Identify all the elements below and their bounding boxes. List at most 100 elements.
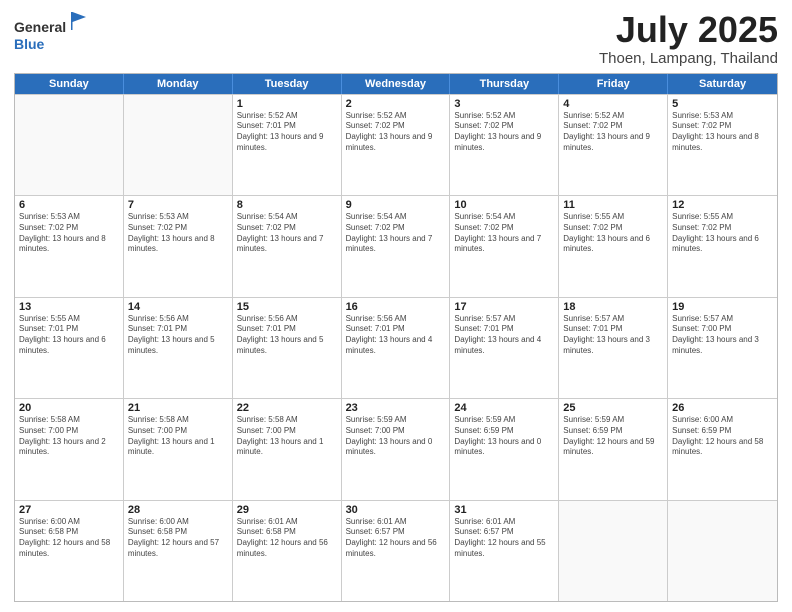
calendar-cell: 28Sunrise: 6:00 AM Sunset: 6:58 PM Dayli…	[124, 501, 233, 601]
day-number: 31	[454, 504, 554, 516]
calendar-cell: 5Sunrise: 5:53 AM Sunset: 7:02 PM Daylig…	[668, 95, 777, 195]
cell-info: Sunrise: 5:56 AM Sunset: 7:01 PM Dayligh…	[128, 314, 228, 357]
cell-info: Sunrise: 6:01 AM Sunset: 6:57 PM Dayligh…	[454, 517, 554, 560]
cell-info: Sunrise: 5:55 AM Sunset: 7:01 PM Dayligh…	[19, 314, 119, 357]
calendar-cell	[559, 501, 668, 601]
cell-info: Sunrise: 5:52 AM Sunset: 7:01 PM Dayligh…	[237, 111, 337, 154]
day-number: 29	[237, 504, 337, 516]
calendar-cell: 4Sunrise: 5:52 AM Sunset: 7:02 PM Daylig…	[559, 95, 668, 195]
calendar-header: SundayMondayTuesdayWednesdayThursdayFrid…	[15, 74, 777, 94]
calendar-cell: 9Sunrise: 5:54 AM Sunset: 7:02 PM Daylig…	[342, 196, 451, 296]
calendar-cell: 10Sunrise: 5:54 AM Sunset: 7:02 PM Dayli…	[450, 196, 559, 296]
calendar-cell	[124, 95, 233, 195]
cell-info: Sunrise: 5:58 AM Sunset: 7:00 PM Dayligh…	[128, 415, 228, 458]
calendar-cell: 11Sunrise: 5:55 AM Sunset: 7:02 PM Dayli…	[559, 196, 668, 296]
day-number: 17	[454, 301, 554, 313]
calendar-cell: 16Sunrise: 5:56 AM Sunset: 7:01 PM Dayli…	[342, 298, 451, 398]
calendar-cell: 6Sunrise: 5:53 AM Sunset: 7:02 PM Daylig…	[15, 196, 124, 296]
day-number: 26	[672, 402, 773, 414]
calendar-row-2: 6Sunrise: 5:53 AM Sunset: 7:02 PM Daylig…	[15, 195, 777, 296]
day-number: 4	[563, 98, 663, 110]
cell-info: Sunrise: 5:53 AM Sunset: 7:02 PM Dayligh…	[672, 111, 773, 154]
logo: General Blue	[14, 10, 90, 53]
cell-info: Sunrise: 5:56 AM Sunset: 7:01 PM Dayligh…	[237, 314, 337, 357]
cell-info: Sunrise: 6:01 AM Sunset: 6:58 PM Dayligh…	[237, 517, 337, 560]
cell-info: Sunrise: 5:54 AM Sunset: 7:02 PM Dayligh…	[346, 212, 446, 255]
calendar-cell: 7Sunrise: 5:53 AM Sunset: 7:02 PM Daylig…	[124, 196, 233, 296]
day-number: 25	[563, 402, 663, 414]
cell-info: Sunrise: 5:54 AM Sunset: 7:02 PM Dayligh…	[454, 212, 554, 255]
header-cell-friday: Friday	[559, 74, 668, 94]
calendar-cell: 17Sunrise: 5:57 AM Sunset: 7:01 PM Dayli…	[450, 298, 559, 398]
header-cell-sunday: Sunday	[15, 74, 124, 94]
cell-info: Sunrise: 6:00 AM Sunset: 6:59 PM Dayligh…	[672, 415, 773, 458]
day-number: 21	[128, 402, 228, 414]
calendar-cell: 3Sunrise: 5:52 AM Sunset: 7:02 PM Daylig…	[450, 95, 559, 195]
location-title: Thoen, Lampang, Thailand	[599, 50, 778, 67]
day-number: 9	[346, 199, 446, 211]
calendar-cell: 20Sunrise: 5:58 AM Sunset: 7:00 PM Dayli…	[15, 399, 124, 499]
cell-info: Sunrise: 5:57 AM Sunset: 7:00 PM Dayligh…	[672, 314, 773, 357]
calendar: SundayMondayTuesdayWednesdayThursdayFrid…	[14, 73, 778, 602]
cell-info: Sunrise: 5:55 AM Sunset: 7:02 PM Dayligh…	[672, 212, 773, 255]
calendar-cell: 8Sunrise: 5:54 AM Sunset: 7:02 PM Daylig…	[233, 196, 342, 296]
calendar-cell: 26Sunrise: 6:00 AM Sunset: 6:59 PM Dayli…	[668, 399, 777, 499]
header: General Blue July 2025 Thoen, Lampang, T…	[14, 10, 778, 67]
day-number: 14	[128, 301, 228, 313]
header-cell-wednesday: Wednesday	[342, 74, 451, 94]
calendar-cell: 13Sunrise: 5:55 AM Sunset: 7:01 PM Dayli…	[15, 298, 124, 398]
day-number: 27	[19, 504, 119, 516]
cell-info: Sunrise: 5:53 AM Sunset: 7:02 PM Dayligh…	[128, 212, 228, 255]
calendar-row-5: 27Sunrise: 6:00 AM Sunset: 6:58 PM Dayli…	[15, 500, 777, 601]
header-cell-saturday: Saturday	[668, 74, 777, 94]
calendar-cell	[15, 95, 124, 195]
cell-info: Sunrise: 5:54 AM Sunset: 7:02 PM Dayligh…	[237, 212, 337, 255]
month-title: July 2025	[599, 10, 778, 50]
cell-info: Sunrise: 5:52 AM Sunset: 7:02 PM Dayligh…	[454, 111, 554, 154]
cell-info: Sunrise: 5:56 AM Sunset: 7:01 PM Dayligh…	[346, 314, 446, 357]
day-number: 20	[19, 402, 119, 414]
day-number: 16	[346, 301, 446, 313]
calendar-cell: 30Sunrise: 6:01 AM Sunset: 6:57 PM Dayli…	[342, 501, 451, 601]
cell-info: Sunrise: 5:52 AM Sunset: 7:02 PM Dayligh…	[563, 111, 663, 154]
day-number: 11	[563, 199, 663, 211]
day-number: 24	[454, 402, 554, 414]
logo-blue: Blue	[14, 36, 44, 52]
calendar-cell: 19Sunrise: 5:57 AM Sunset: 7:00 PM Dayli…	[668, 298, 777, 398]
calendar-cell: 21Sunrise: 5:58 AM Sunset: 7:00 PM Dayli…	[124, 399, 233, 499]
day-number: 2	[346, 98, 446, 110]
cell-info: Sunrise: 5:53 AM Sunset: 7:02 PM Dayligh…	[19, 212, 119, 255]
cell-info: Sunrise: 5:58 AM Sunset: 7:00 PM Dayligh…	[237, 415, 337, 458]
calendar-cell: 12Sunrise: 5:55 AM Sunset: 7:02 PM Dayli…	[668, 196, 777, 296]
day-number: 18	[563, 301, 663, 313]
page: General Blue July 2025 Thoen, Lampang, T…	[0, 0, 792, 612]
cell-info: Sunrise: 6:00 AM Sunset: 6:58 PM Dayligh…	[19, 517, 119, 560]
calendar-cell: 29Sunrise: 6:01 AM Sunset: 6:58 PM Dayli…	[233, 501, 342, 601]
header-cell-monday: Monday	[124, 74, 233, 94]
title-block: July 2025 Thoen, Lampang, Thailand	[599, 10, 778, 67]
day-number: 22	[237, 402, 337, 414]
day-number: 19	[672, 301, 773, 313]
day-number: 5	[672, 98, 773, 110]
calendar-cell: 24Sunrise: 5:59 AM Sunset: 6:59 PM Dayli…	[450, 399, 559, 499]
day-number: 3	[454, 98, 554, 110]
day-number: 6	[19, 199, 119, 211]
calendar-body: 1Sunrise: 5:52 AM Sunset: 7:01 PM Daylig…	[15, 94, 777, 601]
day-number: 28	[128, 504, 228, 516]
logo-general: General	[14, 19, 66, 35]
calendar-row-3: 13Sunrise: 5:55 AM Sunset: 7:01 PM Dayli…	[15, 297, 777, 398]
day-number: 30	[346, 504, 446, 516]
calendar-cell	[668, 501, 777, 601]
calendar-row-1: 1Sunrise: 5:52 AM Sunset: 7:01 PM Daylig…	[15, 94, 777, 195]
logo-flag-icon	[68, 10, 90, 32]
calendar-row-4: 20 Sunrise: 5:58 AM Sunset: 7:00 PM Dayli…	[15, 398, 777, 499]
cell-info: Sunrise: 5:52 AM Sunset: 7:02 PM Dayligh…	[346, 111, 446, 154]
calendar-cell: 14Sunrise: 5:56 AM Sunset: 7:01 PM Dayli…	[124, 298, 233, 398]
calendar-cell: 23Sunrise: 5:59 AM Sunset: 7:00 PM Dayli…	[342, 399, 451, 499]
day-number: 13	[19, 301, 119, 313]
day-number: 10	[454, 199, 554, 211]
cell-info: Sunrise: 5:59 AM Sunset: 6:59 PM Dayligh…	[454, 415, 554, 458]
calendar-cell: 22Sunrise: 5:58 AM Sunset: 7:00 PM Dayli…	[233, 399, 342, 499]
calendar-cell: 31Sunrise: 6:01 AM Sunset: 6:57 PM Dayli…	[450, 501, 559, 601]
cell-info: Sunrise: 6:00 AM Sunset: 6:58 PM Dayligh…	[128, 517, 228, 560]
